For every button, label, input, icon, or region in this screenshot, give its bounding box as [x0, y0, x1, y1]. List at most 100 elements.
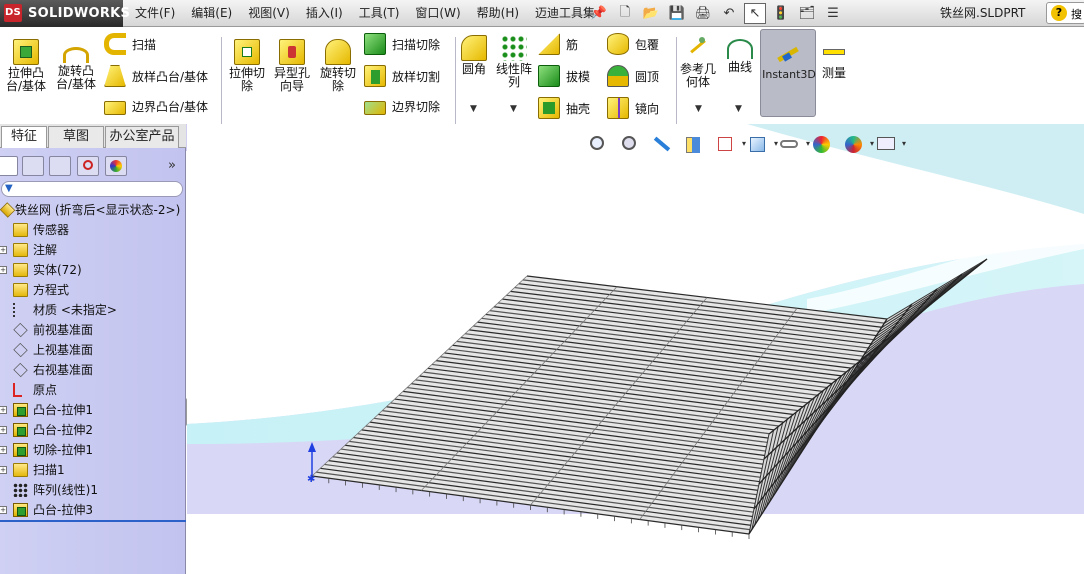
tree-node[interactable]: 材质 <未指定>: [0, 300, 186, 320]
section-view-icon[interactable]: [683, 134, 705, 156]
instant3d-button[interactable]: Instant3D: [760, 29, 816, 117]
tree-node[interactable]: 传感器: [0, 220, 186, 240]
tree-filter-input[interactable]: ▼: [1, 181, 183, 197]
menu-edit[interactable]: 编辑(E): [183, 0, 240, 27]
sweep-button[interactable]: 扫描: [104, 33, 156, 55]
tree-node[interactable]: + 注解: [0, 240, 186, 260]
save-icon[interactable]: 💾: [666, 3, 688, 24]
curves-button[interactable]: 曲线: [722, 35, 758, 74]
tree-node[interactable]: 阵列(线性)1: [0, 480, 186, 500]
revolve-cut-button[interactable]: 旋转切 除: [316, 39, 360, 93]
file-properties-icon[interactable]: 🗂: [796, 3, 818, 24]
expand-toggle-icon[interactable]: +: [0, 466, 7, 474]
expand-toggle-icon[interactable]: +: [0, 246, 7, 254]
zoom-to-fit-icon[interactable]: [587, 134, 609, 156]
hole-wizard-button[interactable]: 异型孔 向导: [270, 39, 314, 93]
property-manager-tab-icon[interactable]: [22, 156, 44, 176]
previous-view-icon[interactable]: [651, 134, 673, 156]
solidworks-logo[interactable]: DS SOLIDWORKS: [0, 0, 130, 27]
extrude-boss-button[interactable]: 拉伸凸 台/基体: [4, 39, 48, 93]
new-document-icon[interactable]: 🗋: [614, 3, 636, 24]
dome-button[interactable]: 圆顶: [607, 65, 659, 87]
tree-node[interactable]: 右视基准面: [0, 360, 186, 380]
pin-icon[interactable]: 📌: [588, 3, 610, 24]
boundary-cut-button[interactable]: 边界切除: [364, 97, 440, 115]
tree-node-label: 右视基准面: [33, 363, 94, 377]
configuration-manager-tab-icon[interactable]: [49, 156, 71, 176]
scene-svg: ✱: [187, 124, 1084, 574]
help-search-box[interactable]: ? 搜: [1046, 2, 1084, 24]
fillet-button[interactable]: 圆角: [458, 35, 490, 76]
edit-appearance-icon[interactable]: [811, 134, 833, 156]
expand-toggle-icon[interactable]: +: [0, 426, 7, 434]
loft-boss-label: 放样凸台/基体: [132, 69, 209, 84]
print-icon[interactable]: 🖨: [692, 3, 714, 24]
measure-button[interactable]: 测量: [818, 39, 850, 80]
expand-toggle-icon[interactable]: +: [0, 506, 7, 514]
shell-button[interactable]: 抽壳: [538, 97, 590, 119]
rebuild-traffic-light-icon[interactable]: 🚦: [770, 3, 792, 24]
dropdown-arrow-icon[interactable]: ▼: [510, 104, 517, 114]
rib-button[interactable]: 筋: [538, 33, 578, 55]
display-style-icon[interactable]: [747, 134, 778, 156]
expand-toggle-icon[interactable]: +: [0, 406, 7, 414]
open-folder-icon[interactable]: 📂: [640, 3, 662, 24]
tree-node[interactable]: + 凸台-拉伸3: [0, 500, 186, 520]
tree-root[interactable]: 铁丝网 (折弯后<显示状态-2>): [0, 200, 186, 220]
select-cursor-icon[interactable]: ↖: [744, 3, 766, 24]
loft-cut-button[interactable]: 放样切割: [364, 65, 440, 87]
menu-window[interactable]: 窗口(W): [407, 0, 468, 27]
tab-sketch[interactable]: 草图: [48, 126, 104, 148]
dropdown-arrow-icon[interactable]: ▼: [695, 104, 702, 114]
expand-toggle-icon[interactable]: +: [0, 266, 7, 274]
view-orientation-icon[interactable]: [715, 134, 746, 156]
draft-button[interactable]: 拔模: [538, 65, 590, 87]
linear-pattern-button[interactable]: 线性阵 列: [494, 35, 534, 89]
tree-node[interactable]: + 实体(72): [0, 260, 186, 280]
tree-node[interactable]: 上视基准面: [0, 340, 186, 360]
tab-office-products[interactable]: 办公室产品: [105, 126, 179, 148]
tree-node[interactable]: 原点: [0, 380, 186, 400]
menu-insert[interactable]: 插入(I): [298, 0, 351, 27]
view-settings-icon[interactable]: [875, 134, 906, 156]
graphics-area[interactable]: ✱: [187, 124, 1084, 574]
extrude-cut-button[interactable]: 拉伸切 除: [226, 39, 268, 93]
zoom-to-area-icon[interactable]: [619, 134, 641, 156]
boundary-boss-button[interactable]: 边界凸台/基体: [104, 97, 208, 115]
reference-geometry-button[interactable]: 参考几 何体: [678, 35, 718, 89]
apply-scene-icon[interactable]: [843, 134, 874, 156]
expand-toggle-icon[interactable]: +: [0, 446, 7, 454]
tab-features[interactable]: 特征: [1, 126, 47, 149]
tree-node[interactable]: + 切除-拉伸1: [0, 440, 186, 460]
tree-node-label: 切除-拉伸1: [33, 443, 93, 457]
extrude-cut-icon: [234, 39, 260, 65]
wrap-button[interactable]: 包覆: [607, 33, 659, 55]
title-bar: DS SOLIDWORKS 文件(F) 编辑(E) 视图(V) 插入(I) 工具…: [0, 0, 1084, 27]
menu-tools[interactable]: 工具(T): [351, 0, 408, 27]
sweep-cut-button[interactable]: 扫描切除: [364, 33, 440, 55]
dropdown-arrow-icon[interactable]: ▼: [470, 104, 477, 114]
menu-view[interactable]: 视图(V): [240, 0, 298, 27]
menu-help[interactable]: 帮助(H): [469, 0, 527, 27]
tree-node-label: 方程式: [33, 283, 70, 297]
dropdown-arrow-icon[interactable]: ▼: [735, 104, 742, 114]
menu-file[interactable]: 文件(F): [127, 0, 183, 27]
loft-cut-icon: [364, 65, 386, 87]
dimxpert-tab-icon[interactable]: [77, 156, 99, 176]
rollback-bar[interactable]: [0, 520, 186, 522]
more-tabs-icon[interactable]: »: [168, 158, 176, 173]
tree-node[interactable]: + 凸台-拉伸2: [0, 420, 186, 440]
tree-node[interactable]: 前视基准面: [0, 320, 186, 340]
loft-boss-button[interactable]: 放样凸台/基体: [104, 65, 208, 87]
tree-node[interactable]: + 扫描1: [0, 460, 186, 480]
feature-tree-tab-icon[interactable]: [0, 156, 18, 176]
hide-show-items-icon[interactable]: [779, 134, 810, 156]
revolve-boss-button[interactable]: 旋转凸 台/基体: [53, 39, 99, 91]
tree-node[interactable]: + 凸台-拉伸1: [0, 400, 186, 420]
options-icon[interactable]: ☰: [822, 3, 844, 24]
mirror-button[interactable]: 镜向: [607, 97, 659, 119]
tree-node[interactable]: 方程式: [0, 280, 186, 300]
undo-icon[interactable]: ↶: [718, 3, 740, 24]
display-manager-tab-icon[interactable]: [105, 156, 127, 176]
linear-pattern-icon: [501, 35, 527, 61]
